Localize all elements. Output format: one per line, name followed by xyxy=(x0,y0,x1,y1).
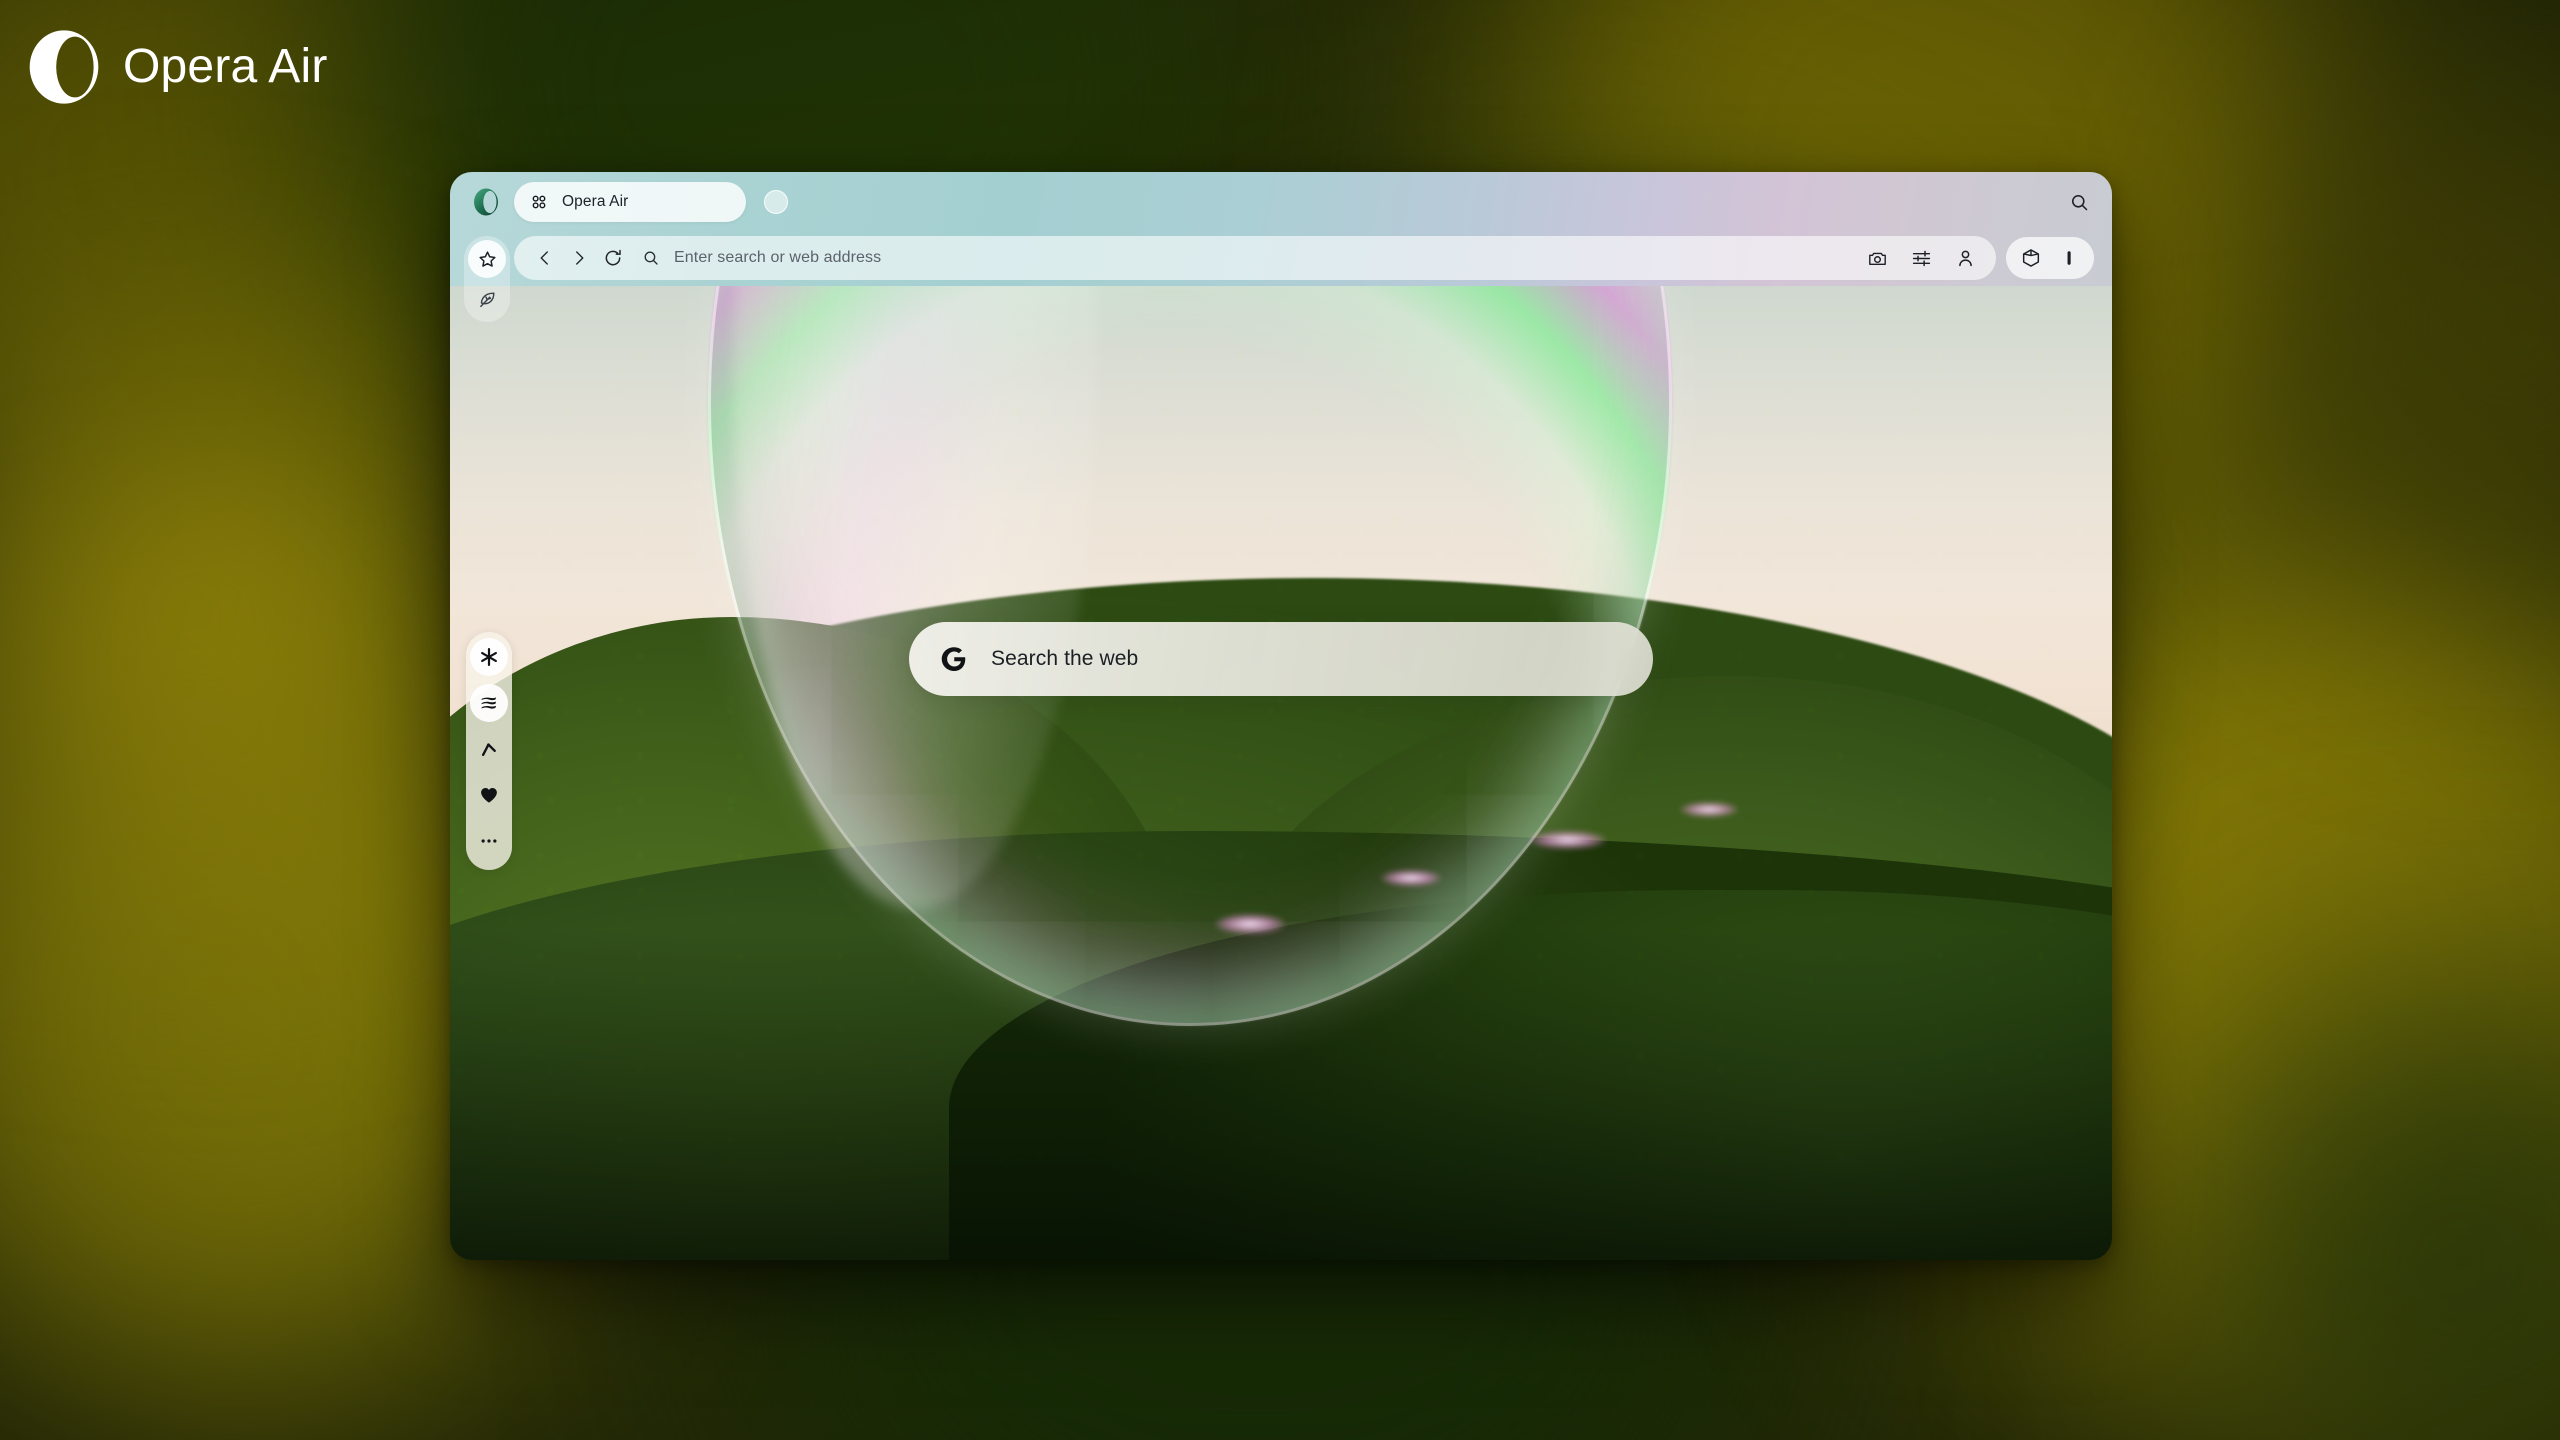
speed-dial-grid-icon xyxy=(532,195,546,209)
camera-snapshot-icon xyxy=(1868,252,1886,265)
sidebar-item-favorites[interactable] xyxy=(468,240,506,278)
sidebar-top-rail xyxy=(464,236,510,322)
sidebar-item-breathing[interactable] xyxy=(470,684,508,722)
opera-menu-button[interactable] xyxy=(468,184,504,220)
forward-button[interactable] xyxy=(562,241,596,275)
star-favorites-icon xyxy=(478,250,496,267)
sparkle-aria-icon xyxy=(481,648,497,666)
sidebar-toggle-button[interactable] xyxy=(2056,245,2082,271)
sidebar-item-more[interactable] xyxy=(470,822,508,860)
opera-air-branding: Opera Air xyxy=(25,28,328,106)
sliders-settings-icon xyxy=(1912,250,1930,266)
google-g-icon xyxy=(941,647,966,671)
sidebar-item-meditation[interactable] xyxy=(470,776,508,814)
tab-search-button[interactable] xyxy=(2064,187,2094,217)
sidebar-toggle-icon xyxy=(2067,251,2071,265)
omnibox-input[interactable] xyxy=(666,249,1864,267)
page-search-input[interactable] xyxy=(991,647,1623,671)
tabstrip-right-actions xyxy=(2064,187,2094,217)
easy-setup-button[interactable] xyxy=(1908,245,1934,271)
sidebar-tools-rail xyxy=(466,632,512,870)
reload-icon xyxy=(605,249,621,266)
search-icon xyxy=(2071,194,2087,210)
breathing-waves-icon xyxy=(481,697,497,709)
more-dots-icon xyxy=(481,839,497,843)
cube-extensions-icon xyxy=(2022,249,2040,267)
extensions-button[interactable] xyxy=(2018,245,2044,271)
reload-button[interactable] xyxy=(596,241,630,275)
snapshot-button[interactable] xyxy=(1864,245,1890,271)
tab-title: Opera Air xyxy=(562,193,629,210)
brand-title: Opera Air xyxy=(123,40,328,93)
extensions-group xyxy=(2006,237,2094,279)
opera-browser-window: Opera Air xyxy=(450,172,2112,1260)
heart-icon xyxy=(481,787,497,803)
sidebar-item-neck-exercises[interactable] xyxy=(470,730,508,768)
omnibox-actions xyxy=(1864,245,1984,271)
profile-person-icon xyxy=(1958,250,1972,266)
search-icon xyxy=(644,251,658,265)
tab-opera-air[interactable]: Opera Air xyxy=(514,182,746,222)
page-content-area xyxy=(450,286,2112,1260)
omnibox[interactable] xyxy=(514,236,1996,280)
wallpaper-ground-shadow xyxy=(450,928,2112,1260)
address-bar-row xyxy=(450,230,2112,286)
chevron-right-icon xyxy=(576,251,584,265)
sidebar-item-aria[interactable] xyxy=(470,638,508,676)
chevron-left-icon xyxy=(540,251,548,265)
sidebar-item-air[interactable] xyxy=(468,280,506,318)
tab-strip: Opera Air xyxy=(450,172,2112,232)
omnibox-search-icon-wrap xyxy=(636,249,666,267)
back-button[interactable] xyxy=(528,241,562,275)
page-search-box[interactable] xyxy=(909,622,1653,696)
tab-list: Opera Air xyxy=(514,182,2064,222)
opera-o-logo xyxy=(25,28,103,106)
new-tab-wallpaper xyxy=(450,286,2112,1260)
new-tab-button[interactable] xyxy=(764,190,788,214)
opera-menu-icon xyxy=(471,187,501,217)
leaf-icon xyxy=(479,292,494,307)
stretch-person-icon xyxy=(481,743,496,757)
profile-button[interactable] xyxy=(1952,245,1978,271)
